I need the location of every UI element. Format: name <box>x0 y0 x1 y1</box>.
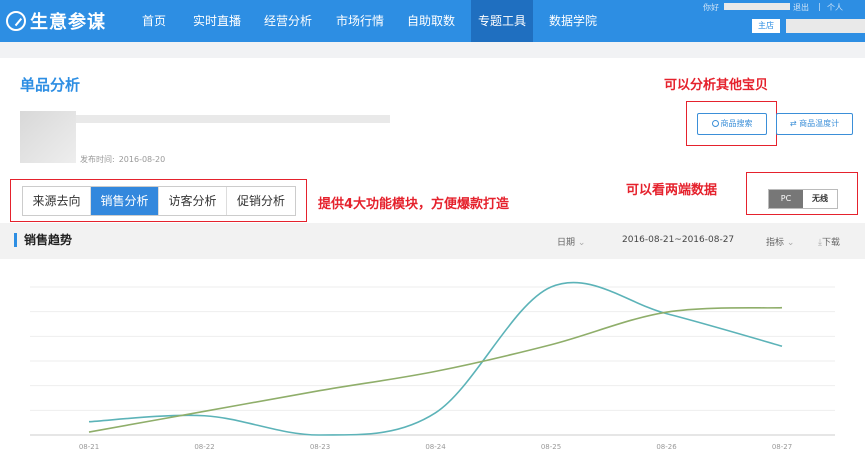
greeting-text: 你好 <box>703 3 719 12</box>
x-tick-label: 08-21 <box>79 443 99 451</box>
publish-time-value: 2016-08-20 <box>118 155 166 164</box>
search-icon <box>711 120 719 127</box>
nav-item-home[interactable]: 首页 <box>134 0 174 42</box>
masked-product-title <box>76 115 390 123</box>
tab-source[interactable]: 来源去向 <box>23 187 91 215</box>
top-navbar: 生意参谋 首页 实时直播 经营分析 市场行情 自助取数 专题工具 数据学院 你好… <box>0 0 865 42</box>
date-range: 2016-08-21~2016-08-27 <box>622 235 735 245</box>
nav-item-market[interactable]: 市场行情 <box>328 0 392 42</box>
page-title: 单品分析 <box>20 76 81 94</box>
metric-dropdown[interactable]: 指标 ⌄ <box>766 235 794 248</box>
swap-icon: ⇄ <box>789 119 800 128</box>
compass-icon <box>6 11 26 31</box>
platform-toggle: PC 无线 <box>768 189 838 209</box>
x-tick-label: 08-23 <box>310 443 330 451</box>
x-tick-label: 08-24 <box>425 443 446 451</box>
nav-item-selfservice[interactable]: 自助取数 <box>399 0 463 42</box>
product-search-button[interactable]: 商品搜索 <box>697 113 767 135</box>
annotation-analyze-other: 可以分析其他宝贝 <box>664 78 769 93</box>
app-title: 生意参谋 <box>30 12 106 33</box>
metric-label: 指标 <box>766 238 785 248</box>
sales-trend-chart: 08-21 08-22 08-23 08-24 08-25 08-26 08-27 <box>30 281 835 451</box>
sales-trend-header: 销售趋势 日期 ⌄ 2016-08-21~2016-08-27 指标 ⌄ ⤓下载 <box>0 223 865 259</box>
chevron-down-icon: ⌄ <box>575 238 586 248</box>
module-tabs: 来源去向 销售分析 访客分析 促销分析 <box>22 186 296 216</box>
shop-button[interactable]: 主店 <box>752 19 780 33</box>
toggle-pc[interactable]: PC <box>769 190 803 208</box>
masked-username <box>724 3 790 10</box>
toggle-mobile[interactable]: 无线 <box>803 190 837 208</box>
tab-sales[interactable]: 销售分析 <box>91 187 159 215</box>
series-line-1 <box>88 281 783 436</box>
annotation-four-modules: 提供4大功能模块，方便爆款打造 <box>318 197 510 212</box>
tab-visitors[interactable]: 访客分析 <box>159 187 227 215</box>
x-tick-label: 08-27 <box>772 443 792 451</box>
x-tick-label: 08-25 <box>541 443 561 451</box>
chevron-down-icon: ⌄ <box>784 238 795 248</box>
publish-time: 发布时间: 2016-08-20 <box>80 154 165 165</box>
nav-item-academy[interactable]: 数据学院 <box>541 0 605 42</box>
sub-header-strip <box>0 42 865 58</box>
x-tick-label: 08-22 <box>194 443 214 451</box>
compare-label: 商品温度计 <box>799 119 840 128</box>
nav-item-business[interactable]: 经营分析 <box>256 0 320 42</box>
x-tick-label: 08-26 <box>656 443 677 451</box>
trend-title: 销售趋势 <box>14 233 72 247</box>
tab-promotion[interactable]: 促销分析 <box>227 187 295 215</box>
annotation-two-platforms: 可以看两端数据 <box>626 183 718 198</box>
product-thumbnail <box>20 111 76 163</box>
date-dropdown[interactable]: 日期 ⌄ <box>557 235 585 248</box>
app-logo[interactable]: 生意参谋 <box>6 8 106 34</box>
personal-link[interactable]: 个人 <box>827 2 865 16</box>
publish-time-label: 发布时间: <box>80 155 115 164</box>
date-label: 日期 <box>557 238 576 248</box>
download-label: 下载 <box>821 238 840 248</box>
nav-item-tools[interactable]: 专题工具 <box>471 0 533 42</box>
compare-button[interactable]: ⇄ 商品温度计 <box>776 113 853 135</box>
masked-shop-name <box>786 19 865 33</box>
product-search-label: 商品搜索 <box>720 119 753 128</box>
download-button[interactable]: ⤓下载 <box>818 235 840 248</box>
nav-item-realtime[interactable]: 实时直播 <box>185 0 249 42</box>
